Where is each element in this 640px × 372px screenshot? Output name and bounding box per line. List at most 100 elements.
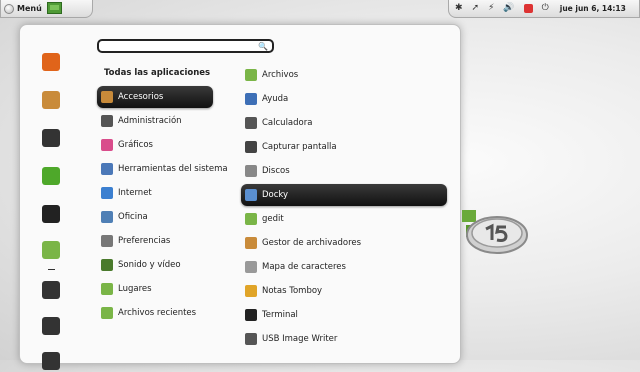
files-icon (245, 69, 257, 81)
lock-screen-icon (42, 281, 60, 299)
search-icon[interactable]: 🔍 (258, 42, 268, 51)
application-item[interactable]: gedit (241, 208, 447, 230)
office-icon (101, 211, 113, 223)
application-item[interactable]: Docky (241, 184, 447, 206)
top-panel-right: ✱ ➚ ⚡ 🔊 ⏻ jue jun 6, 14:13 (448, 0, 640, 18)
application-item[interactable]: Calculadora (241, 112, 447, 134)
terminal-icon (245, 309, 257, 321)
favorite-update-manager[interactable] (40, 127, 62, 149)
application-item[interactable]: Notas Tomboy (241, 280, 447, 302)
search-input[interactable] (102, 41, 256, 53)
favorite-logout[interactable] (40, 315, 62, 337)
power-icon[interactable]: ⏻ (542, 4, 549, 13)
application-label: USB Image Writer (262, 334, 338, 344)
network-icon[interactable]: ⚡ (488, 4, 494, 13)
screenshot-icon (245, 141, 257, 153)
application-item[interactable]: Ayuda (241, 88, 447, 110)
application-item[interactable]: Terminal (241, 304, 447, 326)
accessories-icon (101, 91, 113, 103)
menu-label: Menú (17, 4, 42, 13)
category-label: Herramientas del sistema (118, 164, 228, 174)
category-item[interactable]: Accesorios (97, 86, 213, 108)
category-item[interactable]: Gráficos (97, 134, 213, 156)
clock[interactable]: jue jun 6, 14:13 (560, 4, 626, 13)
application-item[interactable]: Capturar pantalla (241, 136, 447, 158)
search-box[interactable]: 🔍 (97, 39, 274, 53)
application-item[interactable]: USB Image Writer (241, 328, 447, 350)
category-item[interactable]: Sonido y vídeo (97, 254, 213, 276)
mint-menu-icon (4, 3, 14, 14)
categories-heading: Todas las aplicaciones (104, 68, 211, 78)
favorite-firefox[interactable] (40, 51, 62, 73)
favorite-software-manager[interactable] (40, 89, 62, 111)
category-label: Sonido y vídeo (118, 260, 181, 270)
graphics-icon (101, 139, 113, 151)
category-item[interactable]: Internet (97, 182, 213, 204)
category-item[interactable]: Herramientas del sistema (97, 158, 228, 180)
terminal-hash-icon (42, 167, 60, 185)
software-manager-icon (42, 91, 60, 109)
favorite-terminal[interactable] (40, 203, 62, 225)
category-label: Accesorios (118, 92, 164, 102)
menu-button[interactable]: Menú (4, 2, 42, 15)
favorite-lock-screen[interactable] (40, 279, 62, 301)
application-label: Mapa de caracteres (262, 262, 346, 272)
application-label: Discos (262, 166, 290, 176)
administration-icon (101, 115, 113, 127)
recent-files-icon (101, 307, 113, 319)
application-menu: 🔍 Todas las aplicaciones Accesorios Admin… (19, 24, 461, 370)
category-label: Archivos recientes (118, 308, 197, 318)
category-label: Administración (118, 116, 182, 126)
update-icon[interactable] (523, 4, 533, 13)
update-manager-icon (42, 129, 60, 147)
disks-icon (245, 165, 257, 177)
category-item[interactable]: Administración (97, 110, 213, 132)
category-label: Gráficos (118, 140, 153, 150)
gedit-icon (245, 213, 257, 225)
category-item[interactable]: Preferencias (97, 230, 213, 252)
application-label: Calculadora (262, 118, 313, 128)
brightness-icon[interactable]: ✱ (455, 4, 463, 13)
category-label: Preferencias (118, 236, 171, 246)
firefox-icon (42, 53, 60, 71)
archive-manager-icon (245, 237, 257, 249)
shutdown-icon (42, 352, 60, 370)
show-desktop-icon[interactable] (47, 2, 62, 14)
category-label: Internet (118, 188, 152, 198)
category-item[interactable]: Archivos recientes (97, 302, 213, 324)
application-label: Docky (262, 190, 289, 200)
category-item[interactable]: Lugares (97, 278, 213, 300)
application-item[interactable]: Mapa de caracteres (241, 256, 447, 278)
application-item[interactable]: Gestor de archivadores (241, 232, 447, 254)
sound-video-icon (101, 259, 113, 271)
folder-icon (42, 241, 60, 259)
system-tools-icon (101, 163, 113, 175)
linux-mint-15-logo (462, 210, 528, 254)
application-label: Notas Tomboy (262, 286, 323, 296)
application-label: Capturar pantalla (262, 142, 337, 152)
application-label: gedit (262, 214, 284, 224)
application-label: Archivos (262, 70, 299, 80)
volume-icon[interactable]: 🔊 (503, 4, 514, 13)
tomboy-icon (245, 285, 257, 297)
application-label: Gestor de archivadores (262, 238, 362, 248)
preferences-icon (101, 235, 113, 247)
logout-icon (42, 317, 60, 335)
application-label: Ayuda (262, 94, 289, 104)
places-icon (101, 283, 113, 295)
pointer-icon[interactable]: ➚ (472, 4, 480, 13)
usb-writer-icon (245, 333, 257, 345)
application-item[interactable]: Discos (241, 160, 447, 182)
help-icon (245, 93, 257, 105)
top-panel-left: Menú (0, 0, 93, 18)
category-item[interactable]: Oficina (97, 206, 213, 228)
category-label: Lugares (118, 284, 152, 294)
calculator-icon (245, 117, 257, 129)
favorite-shutdown[interactable] (40, 350, 62, 372)
internet-icon (101, 187, 113, 199)
application-label: Terminal (262, 310, 298, 320)
favorite-folder[interactable] (40, 239, 62, 261)
favorites-separator (48, 269, 55, 270)
favorite-terminal-hash[interactable] (40, 165, 62, 187)
application-item[interactable]: Archivos (241, 64, 447, 86)
